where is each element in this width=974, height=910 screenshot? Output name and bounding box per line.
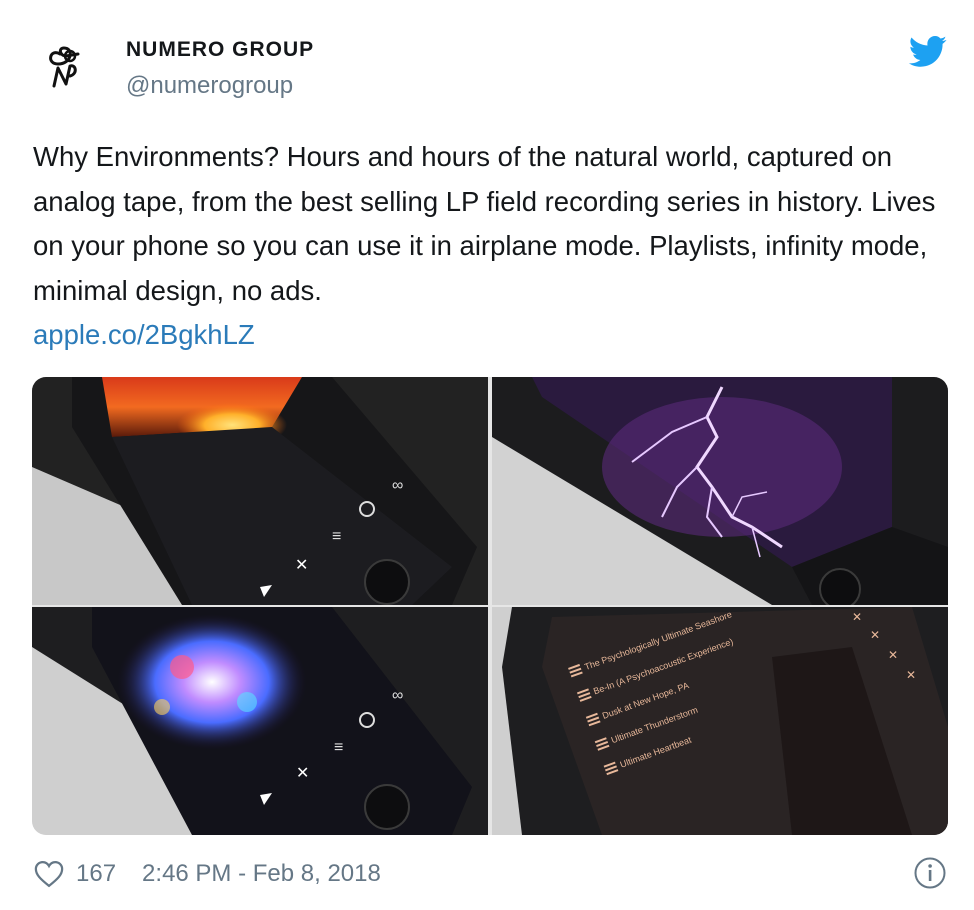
svg-text:✕: ✕ [852,610,862,624]
account-handle[interactable]: @numerogroup [126,72,293,100]
tweet-text: Why Environments? Hours and hours of the… [33,135,948,358]
like-count[interactable]: 167 [76,860,116,888]
photo-sunset-phone[interactable]: ∞ ≡ ✕ [32,377,488,605]
playlist-icon: ≡ [334,739,343,756]
playlist-icon: ≡ [332,528,341,545]
heart-icon[interactable] [34,860,64,888]
svg-text:✕: ✕ [870,628,880,642]
tweet-footer: 167 2:46 PM - Feb 8, 2018 [34,856,381,892]
infinity-icon: ∞ [392,477,403,494]
svg-text:✕: ✕ [888,648,898,662]
photo-nebula-phone[interactable]: ∞ ≡ ✕ [32,607,488,835]
photo-lightning-phone[interactable] [492,377,948,605]
close-icon: ✕ [296,765,309,782]
account-name[interactable]: NUMERO GROUP [126,38,314,62]
info-icon[interactable] [913,856,947,890]
close-icon: ✕ [295,557,308,574]
tweet-link[interactable]: apple.co/2BgkhLZ [33,313,948,358]
infinity-icon: ∞ [392,687,403,704]
tweet-timestamp[interactable]: 2:46 PM - Feb 8, 2018 [142,860,381,888]
twitter-bird-icon[interactable] [908,36,948,68]
photo-playlist-phone[interactable]: The Psychologically Ultimate Seashore Be… [492,607,948,835]
numero-logo-icon[interactable] [32,34,108,110]
svg-text:✕: ✕ [906,668,916,682]
tweet-body: Why Environments? Hours and hours of the… [33,141,936,306]
media-grid[interactable]: ∞ ≡ ✕ ∞ ≡ ✕ The Psychologically Ultimate… [32,377,948,835]
